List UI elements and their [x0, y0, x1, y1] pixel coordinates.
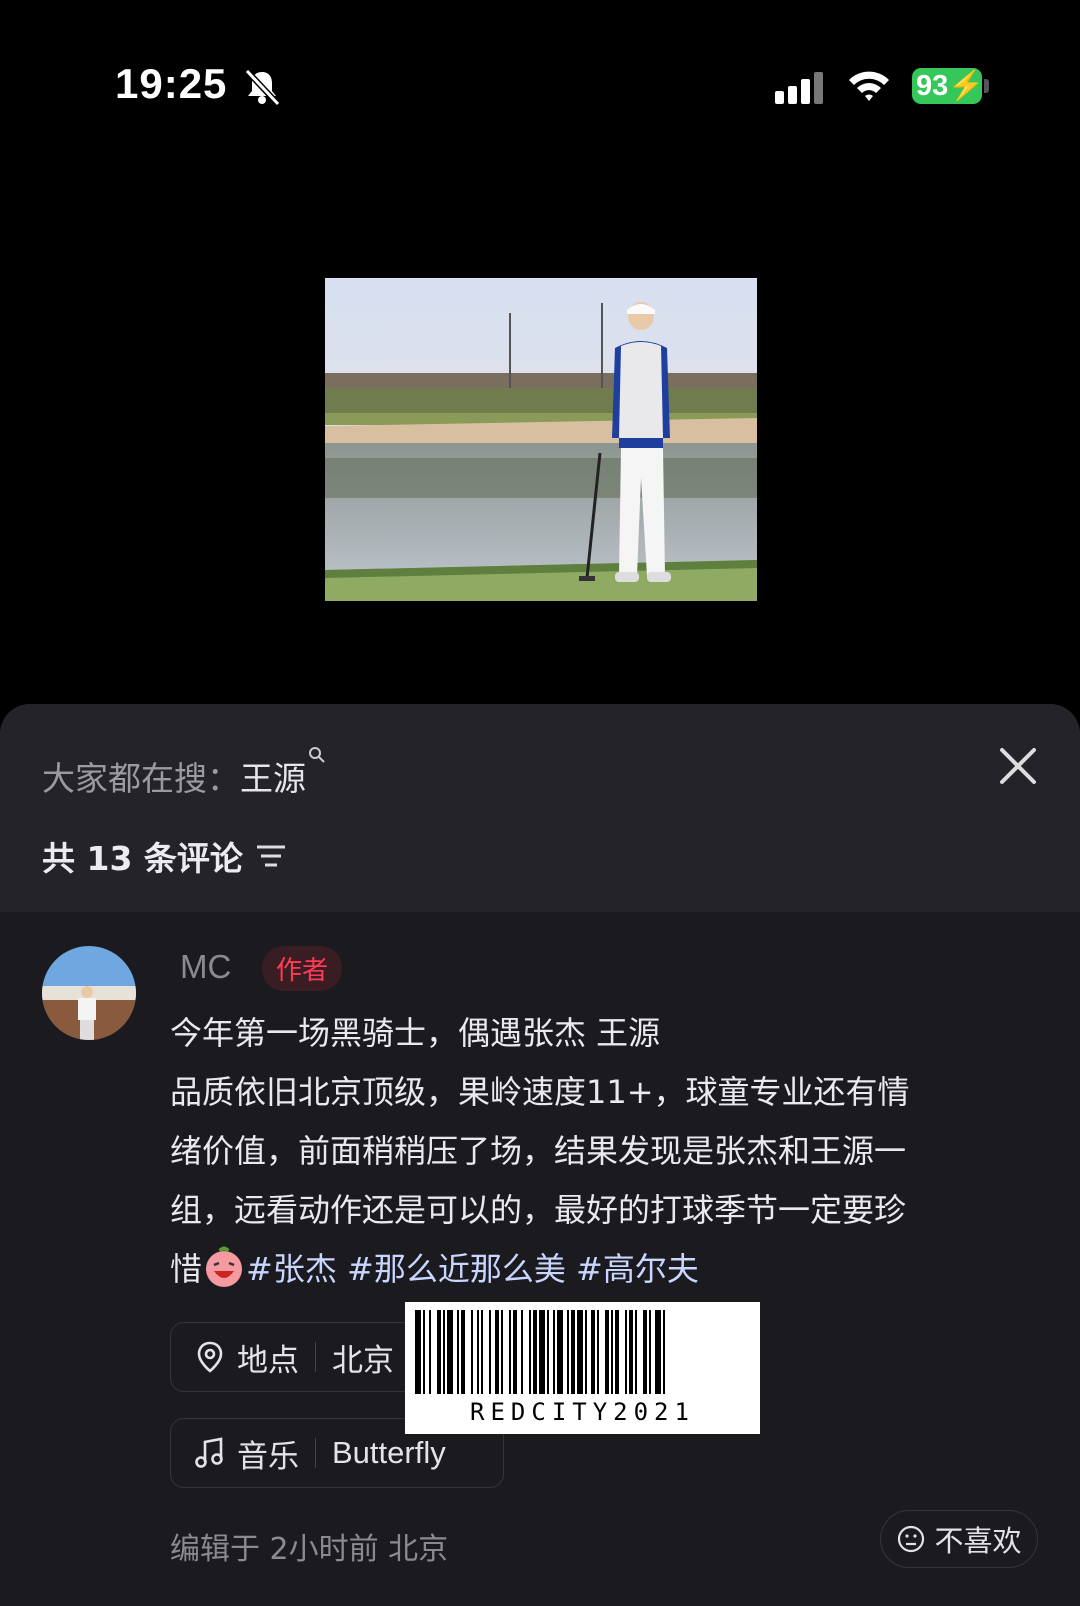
author-name[interactable]: MC — [180, 948, 231, 986]
hashtag-link[interactable]: #张杰 — [246, 1250, 337, 1288]
dislike-label: 不喜欢 — [934, 1524, 1022, 1558]
sort-filter-icon[interactable] — [255, 842, 287, 870]
barcode-bars — [415, 1310, 665, 1394]
wifi-icon — [849, 71, 889, 101]
music-note-icon — [195, 1437, 223, 1468]
barcode-watermark: REDCITY2021 — [405, 1302, 760, 1434]
chip-divider — [315, 1342, 316, 1372]
charging-bolt-icon: ⚡ — [948, 70, 985, 102]
battery-tip — [984, 79, 989, 93]
location-value: 北京 — [332, 1342, 394, 1379]
comment-last-line: 惜 #张杰 #那么近那么美 #高尔夫 — [170, 1240, 1050, 1299]
location-pin-icon — [197, 1341, 223, 1373]
search-suggestion[interactable]: 大家都在搜：王源 — [42, 747, 326, 800]
chip-divider — [315, 1438, 316, 1468]
muted-bell-icon — [244, 68, 281, 107]
edited-timestamp: 编辑于 2小时前 北京 — [170, 1532, 449, 1567]
cellular-signal-icon — [775, 72, 823, 104]
comment-count-text: 共 13 条评论 — [42, 839, 243, 878]
post-image[interactable] — [325, 278, 757, 601]
search-suggestion-prefix: 大家都在搜： — [42, 759, 240, 798]
comment-line: 惜 — [170, 1250, 203, 1288]
hashtag-link[interactable]: #高尔夫 — [576, 1250, 699, 1288]
comments-sheet: 大家都在搜：王源 共 13 条评论 MC 作者 今年第一场黑骑士，偶遇张杰 王源… — [0, 704, 1080, 1606]
comment-line: 组，远看动作还是可以的，最好的打球季节一定要珍 — [170, 1191, 907, 1229]
status-bar: 19:25 93⚡ — [0, 0, 1080, 180]
comment-text: 今年第一场黑骑士，偶遇张杰 王源 品质依旧北京顶级，果岭速度11+，球童专业还有… — [170, 1004, 1050, 1299]
comment-line: 品质依旧北京顶级，果岭速度11+，球童专业还有情 — [170, 1073, 910, 1111]
author-badge: 作者 — [262, 946, 343, 991]
battery-level: 93 — [916, 70, 949, 102]
barcode-text: REDCITY2021 — [470, 1398, 695, 1426]
comment-line: 绪价值，前面稍稍压了场，结果发现是张杰和王源一 — [170, 1132, 907, 1170]
avatar[interactable] — [42, 946, 136, 1040]
comment-line: 今年第一场黑骑士，偶遇张杰 王源 — [170, 1014, 661, 1052]
hashtag-link[interactable]: #那么近那么美 — [347, 1250, 566, 1288]
location-label: 地点 — [237, 1342, 299, 1379]
neutral-face-icon — [898, 1525, 925, 1553]
laughing-emoji-icon — [206, 1246, 243, 1287]
comments-header: 大家都在搜：王源 共 13 条评论 — [0, 704, 1080, 912]
battery-indicator: 93⚡ — [912, 68, 985, 104]
clock: 19:25 — [115, 60, 228, 107]
music-title: Butterfly — [332, 1435, 446, 1470]
search-icon — [309, 747, 325, 763]
music-label: 音乐 — [237, 1438, 299, 1475]
comment-count-title: 共 13 条评论 — [42, 832, 287, 880]
close-icon[interactable] — [998, 746, 1038, 786]
dislike-button[interactable]: 不喜欢 — [880, 1510, 1038, 1568]
search-suggestion-keyword[interactable]: 王源 — [240, 759, 306, 798]
